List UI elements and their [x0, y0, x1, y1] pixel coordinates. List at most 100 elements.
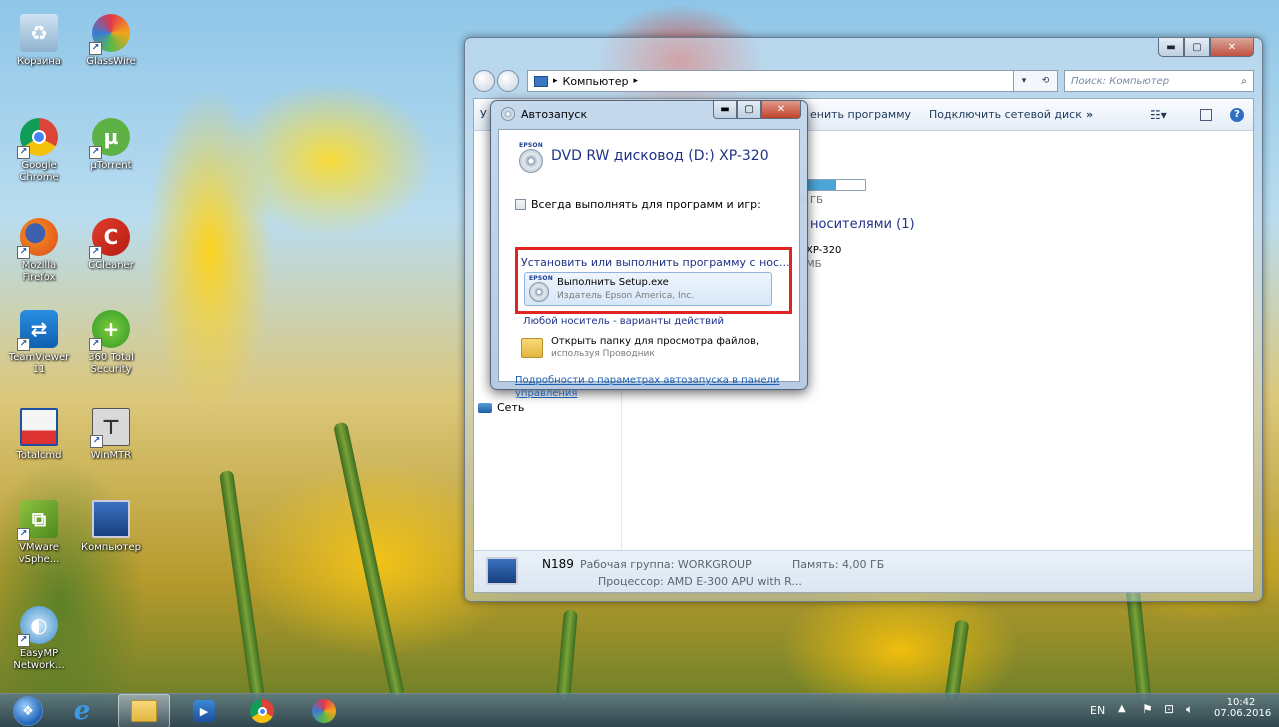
taskbar-explorer[interactable]: [118, 694, 170, 727]
totalcmd-icon: [20, 408, 58, 446]
dialog-controls: ▬ ▢ ✕: [713, 101, 801, 119]
winmtr-icon: ⊤ ↗: [90, 408, 130, 448]
computer-icon: [534, 75, 548, 87]
always-do-label: Всегда выполнять для программ и игр:: [531, 198, 761, 211]
desktop-icon-ccleaner[interactable]: C ↗ CCleaner: [78, 218, 144, 272]
wallpaper-stem: [944, 619, 970, 701]
explorer-folder-icon: [131, 700, 157, 722]
autoplay-settings-link[interactable]: Подробности о параметрах автозапуска в п…: [515, 374, 787, 400]
preview-pane-icon[interactable]: [1200, 108, 1212, 121]
360-security-icon: + ↗: [89, 310, 130, 351]
address-controls: ▾ ⟲: [1014, 70, 1058, 92]
device-name: DVD RW дисковод (D:) XP-320: [551, 148, 769, 164]
desktop-icon-teamviewer[interactable]: ⇄ ↗ TeamViewer 11: [6, 310, 72, 376]
dialog-close-button[interactable]: ✕: [761, 101, 801, 119]
epson-logo: EPSON: [519, 142, 543, 149]
action-center-flag-icon[interactable]: ⚑: [1142, 702, 1153, 716]
desktop-icon-computer[interactable]: Компьютер: [78, 500, 144, 554]
windows-logo-icon: ❖: [13, 696, 43, 726]
computer-name: N189: [542, 557, 574, 571]
workgroup-text: Рабочая группа: WORKGROUP: [580, 558, 752, 571]
dialog-title: Автозапуск: [501, 107, 587, 121]
glasswire-icon: [312, 699, 336, 723]
clock[interactable]: 10:42 07.06.2016: [1214, 697, 1271, 719]
always-do-checkbox[interactable]: [515, 199, 526, 210]
computer-icon: [92, 500, 130, 538]
folder-icon: [521, 338, 543, 358]
dropdown-icon[interactable]: ▾: [1022, 76, 1027, 86]
help-icon[interactable]: ?: [1230, 107, 1244, 122]
language-indicator[interactable]: EN: [1090, 704, 1105, 717]
uninstall-program-button[interactable]: енить программу: [810, 108, 911, 121]
organize-menu[interactable]: У: [480, 108, 487, 121]
network-icon: [478, 402, 492, 413]
glasswire-icon: ↗: [89, 14, 130, 55]
address-bar[interactable]: ▸ Компьютер ▸: [527, 70, 1014, 92]
drive-usage-bar: [806, 179, 866, 191]
volume-icon[interactable]: 🔈︎: [1186, 702, 1193, 717]
navigation-bar: ▸ Компьютер ▸ ▾ ⟲ Поиск: Компьютер ⌕: [473, 68, 1254, 94]
search-icon: ⌕: [1241, 75, 1247, 87]
removable-drive-size: МБ: [806, 259, 822, 270]
back-button[interactable]: [473, 70, 495, 92]
always-do-checkbox-row[interactable]: Всегда выполнять для программ и игр:: [515, 198, 761, 211]
close-button[interactable]: ✕: [1210, 38, 1254, 57]
address-separator: ▸: [633, 76, 638, 86]
dialog-maximize-button[interactable]: ▢: [737, 101, 761, 119]
nav-network-label: Сеть: [497, 401, 525, 414]
desktop-icon-totalcmd[interactable]: Totalcmd: [6, 408, 72, 462]
autoplay-dialog[interactable]: Автозапуск ▬ ▢ ✕ EPSON DVD RW дисковод (…: [490, 100, 808, 399]
firefox-icon: ↗: [17, 218, 58, 259]
desktop-icon-easymp[interactable]: ◐ ↗ EasyMP Network...: [6, 606, 72, 672]
map-network-drive-button[interactable]: Подключить сетевой диск: [929, 108, 1082, 121]
refresh-icon[interactable]: ⟲: [1042, 76, 1050, 86]
nav-item-network[interactable]: Сеть: [478, 401, 524, 414]
forward-button[interactable]: [497, 70, 519, 92]
view-options-icon[interactable]: ☷▾: [1150, 108, 1167, 122]
network-tray-icon[interactable]: ⊡: [1164, 702, 1174, 716]
desktop-icon-recycle-bin[interactable]: ♻ Корзина: [6, 14, 72, 68]
more-commands-button[interactable]: »: [1086, 108, 1093, 121]
highlight-annotation: [515, 247, 792, 314]
dialog-minimize-button[interactable]: ▬: [713, 101, 737, 119]
cpu-text: Процессор: AMD E-300 APU with R...: [598, 575, 802, 588]
dialog-body: EPSON DVD RW дисковод (D:) XP-320 Всегда…: [498, 129, 800, 399]
desktop-icon-glasswire[interactable]: ↗ GlassWire: [78, 14, 144, 68]
chrome-icon: [250, 699, 274, 723]
ccleaner-icon: C ↗: [89, 218, 130, 259]
computer-icon: [486, 557, 518, 585]
memory-text: Память: 4,00 ГБ: [792, 558, 885, 571]
open-folder-option[interactable]: Открыть папку для просмотра файлов, испо…: [521, 334, 781, 366]
taskbar-ie[interactable]: e: [56, 694, 108, 727]
dvd-drive-icon: EPSON: [519, 142, 543, 173]
desktop-icon-winmtr[interactable]: ⊤ ↗ WinMTR: [78, 408, 144, 462]
minimize-button[interactable]: ▬: [1158, 38, 1184, 57]
utorrent-icon: µ ↗: [89, 118, 130, 159]
taskbar-media-player[interactable]: ▶: [178, 694, 230, 727]
autoplay-icon: [501, 107, 515, 121]
taskbar-chrome[interactable]: [236, 694, 288, 727]
search-input[interactable]: Поиск: Компьютер ⌕: [1064, 70, 1254, 92]
open-folder-label: Открыть папку для просмотра файлов,: [551, 336, 760, 347]
window-controls: ▬ ▢ ✕: [1158, 38, 1254, 57]
vmware-icon: ⧉ ↗: [17, 500, 58, 541]
desktop-icon-vmware[interactable]: ⧉ ↗ VMware vSphe...: [6, 500, 72, 566]
taskbar-glasswire[interactable]: [298, 694, 350, 727]
wallpaper-stem: [219, 470, 265, 700]
start-button[interactable]: ❖: [2, 694, 54, 727]
maximize-button[interactable]: ▢: [1184, 38, 1210, 57]
search-placeholder: Поиск: Компьютер: [1071, 75, 1170, 87]
easymp-icon: ◐ ↗: [17, 606, 58, 647]
desktop-icon-chrome[interactable]: ↗ Google Chrome: [6, 118, 72, 184]
desktop-icon-utorrent[interactable]: µ ↗ µTorrent: [78, 118, 144, 172]
dialog-title-text: Автозапуск: [521, 107, 588, 121]
wallpaper-stem: [333, 421, 405, 699]
open-folder-sub: используя Проводник: [551, 349, 655, 359]
desktop-icon-360-security[interactable]: + ↗ 360 Total Security: [78, 310, 144, 376]
taskbar: ❖ e ▶ EN ▲ ⚑ ⊡ 🔈︎ 10:42 07.06.2016: [0, 693, 1279, 727]
removable-section-header: носителями (1): [810, 217, 915, 232]
desktop-icon-firefox[interactable]: ↗ Mozilla Firefox: [6, 218, 72, 284]
show-hidden-icons-icon[interactable]: ▲: [1118, 703, 1126, 714]
details-pane: N189 Рабочая группа: WORKGROUP Память: 4…: [474, 550, 1253, 592]
removable-drive-name[interactable]: XP-320: [806, 245, 841, 256]
